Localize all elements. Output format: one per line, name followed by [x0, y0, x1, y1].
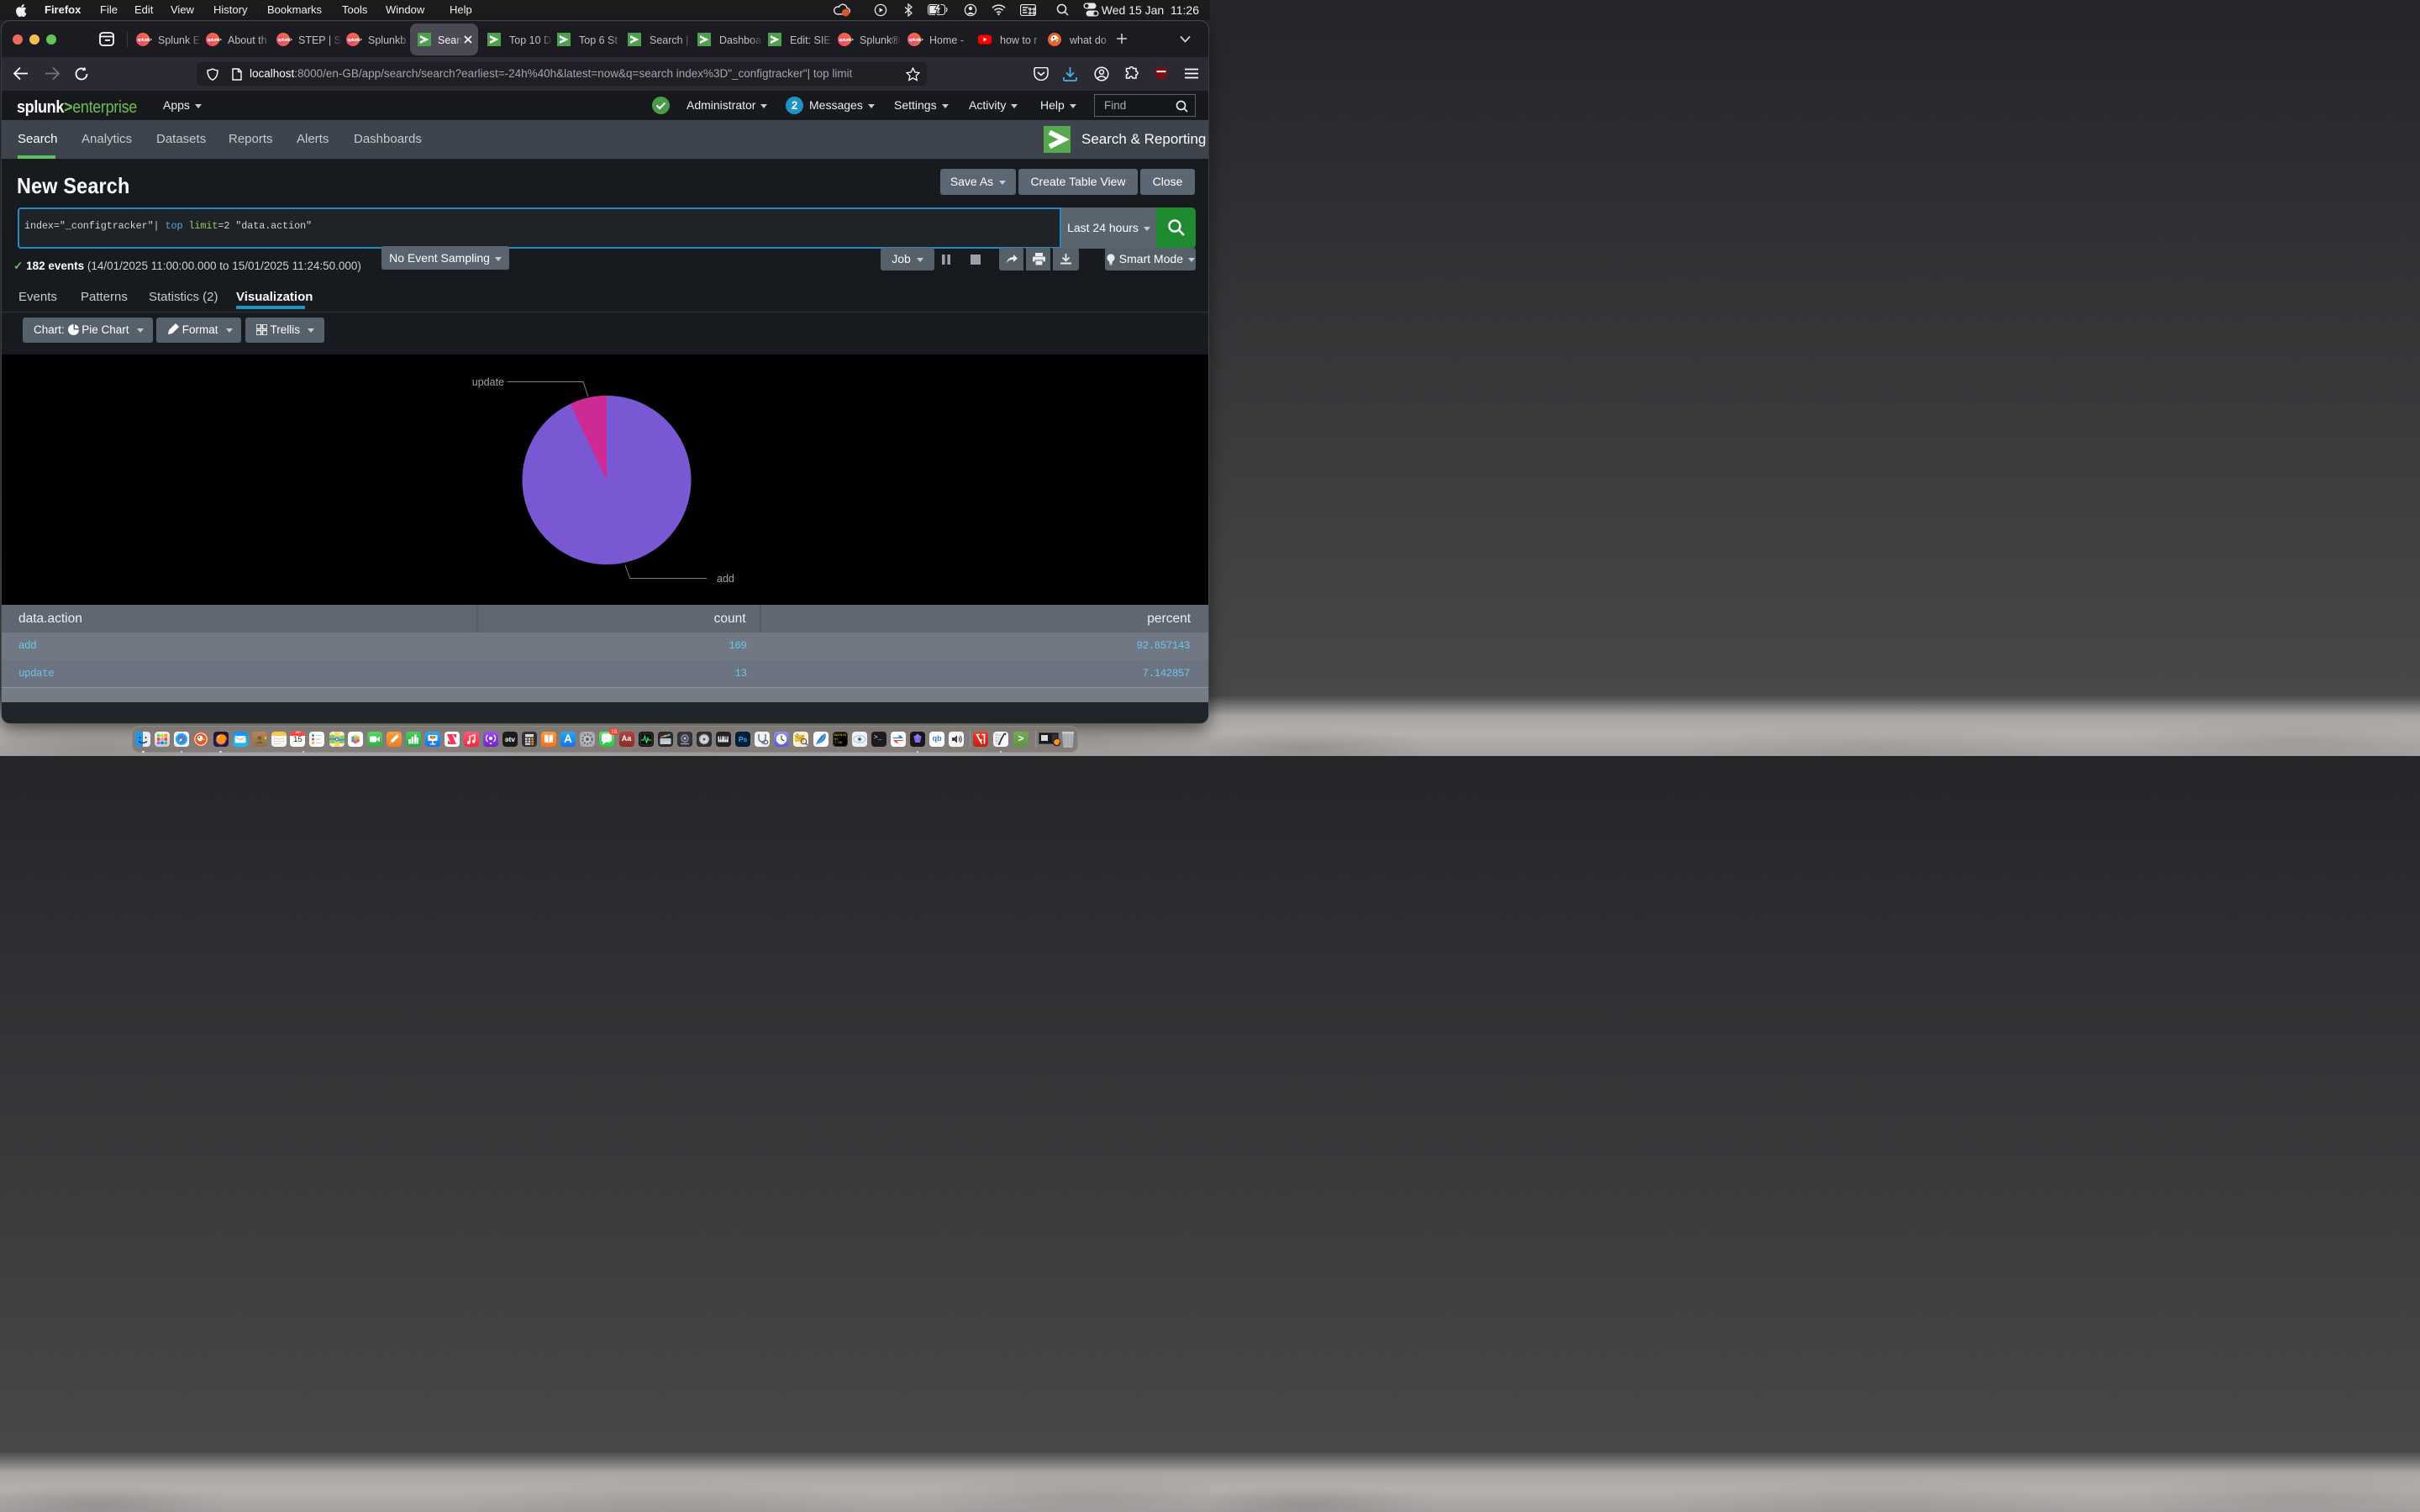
svg-text:update: update	[472, 376, 504, 388]
svg-text:add: add	[717, 573, 734, 585]
